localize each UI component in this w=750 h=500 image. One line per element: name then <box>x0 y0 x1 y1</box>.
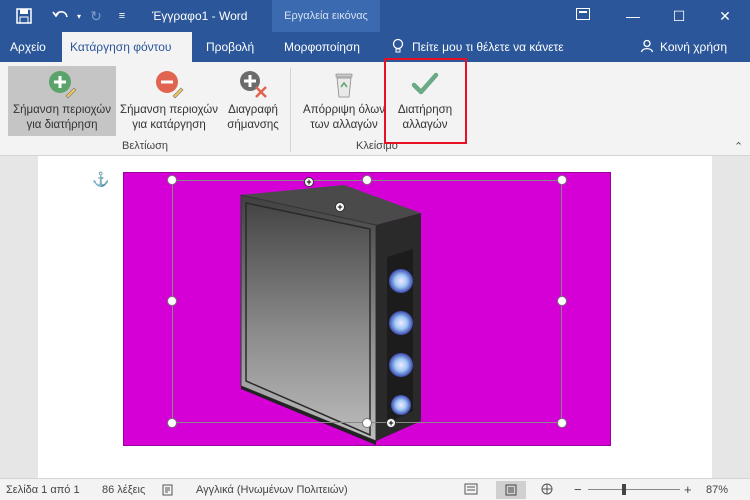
picture-tools-label: Εργαλεία εικόνας <box>272 0 380 32</box>
zoom-level[interactable]: 87% <box>706 484 728 496</box>
zoom-slider-thumb[interactable] <box>622 484 626 495</box>
minimize-icon[interactable]: — <box>610 0 656 32</box>
ribbon: Σήμανση περιοχών για διατήρηση Σήμανση π… <box>0 62 750 156</box>
ribbon-display-options-icon[interactable] <box>576 8 590 20</box>
undo-icon[interactable] <box>48 6 74 26</box>
zoom-in-button[interactable]: + <box>684 482 692 497</box>
keep-mark-icon[interactable]: + <box>386 418 396 428</box>
collapse-ribbon-icon[interactable]: ⌃ <box>734 140 743 153</box>
print-layout-icon[interactable] <box>496 481 526 499</box>
share-label: Κοινή χρήση <box>660 40 728 54</box>
resize-handle-top-right[interactable] <box>557 175 567 185</box>
status-bar: Σελίδα 1 από 1 86 λέξεις Αγγλικά (Ηνωμέν… <box>0 478 750 500</box>
anchor-icon: ⚓ <box>92 171 110 187</box>
lightbulb-icon <box>392 38 404 57</box>
word-count[interactable]: 86 λέξεις <box>102 484 145 496</box>
delete-mark-icon <box>240 71 267 98</box>
mark-areas-to-keep-button[interactable]: Σήμανση περιοχών για διατήρηση <box>8 66 116 136</box>
mark-keep-icon <box>49 71 77 99</box>
resize-handle-bottom-left[interactable] <box>167 418 177 428</box>
tell-me-text: Πείτε μου τι θέλετε να κάνετε <box>412 40 564 54</box>
focus-mode-icon[interactable] <box>464 483 478 498</box>
customize-toolbar-icon[interactable]: ≡ <box>116 6 128 26</box>
keep-mark-icon[interactable]: + <box>304 177 314 187</box>
zoom-slider-track[interactable] <box>588 489 680 490</box>
discard-all-changes-button[interactable]: Απόρριψη όλων των αλλαγών <box>298 66 390 136</box>
group-separator <box>290 68 291 152</box>
zoom-out-button[interactable]: − <box>574 482 582 497</box>
keep-mark-icon[interactable]: + <box>335 202 345 212</box>
person-icon <box>640 39 654 56</box>
close-icon[interactable]: ✕ <box>702 0 748 32</box>
mark-areas-to-remove-button[interactable]: Σήμανση περιοχών για κατάργηση <box>116 66 222 136</box>
page-count[interactable]: Σελίδα 1 από 1 <box>6 484 80 496</box>
maximize-icon[interactable]: ☐ <box>656 0 702 32</box>
web-layout-icon[interactable] <box>540 483 554 498</box>
resize-handle-bottom[interactable] <box>362 418 372 428</box>
tab-remove-background[interactable]: Κατάργηση φόντου <box>62 32 192 62</box>
tab-format[interactable]: Μορφοποίηση <box>276 32 368 62</box>
highlight-box <box>384 58 467 144</box>
delete-mark-button[interactable]: Διαγραφή σήμανσης <box>222 66 284 136</box>
undo-dropdown-icon[interactable]: ▾ <box>74 6 84 26</box>
tab-view[interactable]: Προβολή <box>198 32 262 62</box>
language-status[interactable]: Αγγλικά (Ηνωμένων Πολιτειών) <box>196 484 348 496</box>
mark-remove-icon <box>156 71 184 99</box>
selection-rectangle <box>172 180 562 423</box>
resize-handle-bottom-right[interactable] <box>557 418 567 428</box>
share-button[interactable]: Κοινή χρήση <box>640 32 727 62</box>
resize-handle-right[interactable] <box>557 296 567 306</box>
recycle-bin-icon <box>335 73 353 98</box>
redo-icon[interactable]: ↻ <box>86 6 106 26</box>
group-refine-label: Βελτίωση <box>122 140 169 152</box>
proofing-icon[interactable] <box>162 484 174 499</box>
resize-handle-top[interactable] <box>362 175 372 185</box>
document-title: Έγγραφο1 - Word <box>152 9 248 23</box>
title-bar: ▾ ↻ ≡ Έγγραφο1 - Word Εργαλεία εικόνας —… <box>0 0 750 32</box>
resize-handle-top-left[interactable] <box>167 175 177 185</box>
tab-file[interactable]: Αρχείο <box>2 32 54 62</box>
save-icon[interactable] <box>14 6 34 26</box>
ribbon-tabs: Αρχείο Κατάργηση φόντου Προβολή Μορφοποί… <box>0 32 750 62</box>
resize-handle-left[interactable] <box>167 296 177 306</box>
